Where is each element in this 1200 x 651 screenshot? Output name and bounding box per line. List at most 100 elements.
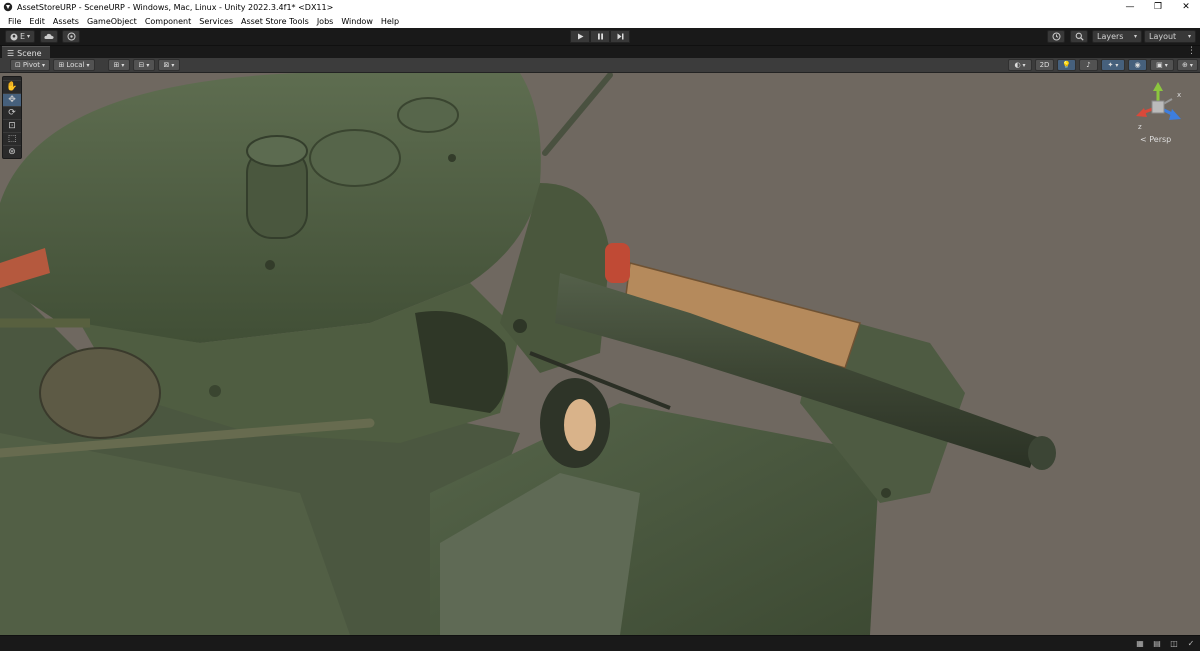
light-bulb-icon: 💡: [1062, 61, 1071, 69]
status-bar: ▦ ▤ ◫ ✓: [0, 635, 1200, 651]
chevron-down-icon: ▾: [1164, 61, 1168, 69]
layers-label: Layers: [1097, 32, 1124, 41]
layers-dropdown[interactable]: Layers ▾: [1092, 30, 1142, 43]
local-dropdown[interactable]: ⊞ Local ▾: [53, 59, 95, 71]
gizmo-x-label: x: [1177, 91, 1181, 99]
audio-icon: ♪: [1086, 61, 1091, 69]
status-icons: ▦ ▤ ◫ ✓: [1135, 638, 1196, 648]
chevron-down-icon: ▾: [171, 61, 175, 69]
chevron-down-icon: ▾: [1022, 61, 1026, 69]
cloud-button[interactable]: [40, 30, 58, 43]
account-icon: [10, 33, 18, 40]
cloud-icon: [44, 33, 54, 39]
tool-palette: ✋ ✥ ⟳ ⊡ ⬚ ⊛: [2, 76, 22, 159]
tab-scene-label: Scene: [17, 48, 42, 58]
chevron-left-icon: <: [1140, 135, 1147, 144]
pivot-label: Pivot: [22, 61, 41, 69]
hand-icon[interactable]: ✋: [3, 80, 21, 93]
orientation-gizmo[interactable]: x z < Persp: [1134, 79, 1190, 149]
minimize-button[interactable]: —: [1116, 0, 1144, 14]
menu-asset-store-tools[interactable]: Asset Store Tools: [237, 17, 313, 26]
snap-dropdown[interactable]: ⊟ ▾: [133, 59, 155, 71]
effects-dropdown[interactable]: ✦ ▾: [1101, 59, 1125, 71]
pivot-icon: ⊡: [14, 61, 21, 69]
window-controls: — ❐ ✕: [1116, 0, 1200, 14]
grid-dropdown[interactable]: ⊞ ▾: [108, 59, 130, 71]
menu-help[interactable]: Help: [377, 17, 403, 26]
menu-services[interactable]: Services: [195, 17, 237, 26]
play-icon: [577, 33, 583, 40]
pause-icon: [597, 33, 603, 40]
chevron-down-icon: ▾: [1187, 33, 1191, 40]
camera-icon: ▣: [1156, 61, 1163, 69]
scene-toolbar: ⊡ Pivot ▾ ⊞ Local ▾ ⊞ ▾ ⊟ ▾ ⊠ ▾ ◐ ▾ 2D 💡 ♪ ✦…: [0, 58, 1200, 73]
chevron-down-icon: ▾: [121, 61, 125, 69]
chevron-down-icon: ▾: [1115, 61, 1119, 69]
step-button[interactable]: [610, 30, 630, 43]
menu-gameobject[interactable]: GameObject: [83, 17, 141, 26]
move-icon[interactable]: ✥: [3, 93, 21, 106]
account-label: E: [19, 32, 26, 41]
gizmo-z-label: z: [1138, 123, 1142, 131]
camera-dropdown[interactable]: ▣ ▾: [1150, 59, 1174, 71]
lighting-toggle[interactable]: 💡: [1057, 59, 1076, 71]
menu-assets[interactable]: Assets: [49, 17, 83, 26]
pause-button[interactable]: [590, 30, 610, 43]
cache-server-icon[interactable]: ▤: [1152, 638, 1162, 648]
grid-icon: ⊞: [113, 61, 120, 69]
maximize-button[interactable]: ❐: [1144, 0, 1172, 14]
gizmos-icon: ⊕: [1182, 61, 1188, 69]
more-options-icon[interactable]: ⋮: [1187, 46, 1196, 56]
close-button[interactable]: ✕: [1172, 0, 1200, 14]
play-controls: [570, 30, 630, 43]
scale-icon[interactable]: ⊡: [3, 119, 21, 132]
local-icon: ⊞: [58, 61, 65, 69]
window-title: AssetStoreURP - SceneURP - Windows, Mac,…: [17, 2, 334, 12]
scene-view[interactable]: ✋ ✥ ⟳ ⊡ ⬚ ⊛ x z < Persp: [0, 73, 1200, 635]
scene-visibility-toggle[interactable]: ◉: [1128, 59, 1147, 71]
2d-label: 2D: [1039, 61, 1050, 69]
menu-window[interactable]: Window: [337, 17, 377, 26]
history-button[interactable]: [1047, 30, 1065, 43]
draw-mode-dropdown[interactable]: ◐ ▾: [1008, 59, 1032, 71]
chevron-down-icon: ▾: [27, 33, 31, 40]
menu-edit[interactable]: Edit: [25, 17, 49, 26]
chevron-down-icon: ▾: [1189, 61, 1193, 69]
increment-dropdown[interactable]: ⊠ ▾: [158, 59, 180, 71]
rotate-icon[interactable]: ⟳: [3, 106, 21, 119]
chevron-down-icon: ▾: [146, 61, 150, 69]
axis-gizmo-icon: x z: [1136, 82, 1181, 131]
search-button[interactable]: [1070, 30, 1088, 43]
gizmos-dropdown[interactable]: ⊕ ▾: [1177, 59, 1198, 71]
collab-button[interactable]: [62, 30, 80, 43]
progress-icon[interactable]: ▦: [1135, 638, 1145, 648]
play-button[interactable]: [570, 30, 590, 43]
pivot-dropdown[interactable]: ⊡ Pivot ▾: [10, 59, 50, 71]
collab-icon: [67, 32, 75, 41]
rect-icon[interactable]: ⬚: [3, 132, 21, 145]
bake-icon[interactable]: ◫: [1169, 638, 1179, 648]
transform-icon[interactable]: ⊛: [3, 145, 21, 158]
snap-icon: ⊟: [138, 61, 145, 69]
local-label: Local: [66, 61, 85, 69]
2d-toggle[interactable]: 2D: [1035, 59, 1054, 71]
layout-dropdown[interactable]: Layout ▾: [1144, 30, 1196, 43]
tab-bar: ☰ Scene ⋮: [0, 45, 1200, 59]
step-icon: [617, 33, 623, 40]
layout-label: Layout: [1149, 32, 1177, 41]
visibility-icon: ◉: [1134, 61, 1141, 69]
main-toolbar: E ▾ Layers ▾ Layout ▾: [0, 28, 1200, 45]
check-circle-icon[interactable]: ✓: [1186, 638, 1196, 648]
projection-label[interactable]: < Persp: [1140, 135, 1171, 144]
chevron-down-icon: ▾: [42, 61, 46, 69]
account-button[interactable]: E ▾: [5, 30, 35, 43]
menu-component[interactable]: Component: [141, 17, 195, 26]
audio-toggle[interactable]: ♪: [1079, 59, 1098, 71]
unity-logo-icon: [3, 2, 13, 12]
chevron-down-icon: ▾: [1133, 33, 1137, 40]
increment-snap-icon: ⊠: [163, 61, 170, 69]
menu-file[interactable]: File: [4, 17, 25, 26]
tank-model: [0, 73, 1056, 635]
menu-jobs[interactable]: Jobs: [313, 17, 338, 26]
effects-icon: ✦: [1107, 61, 1114, 69]
